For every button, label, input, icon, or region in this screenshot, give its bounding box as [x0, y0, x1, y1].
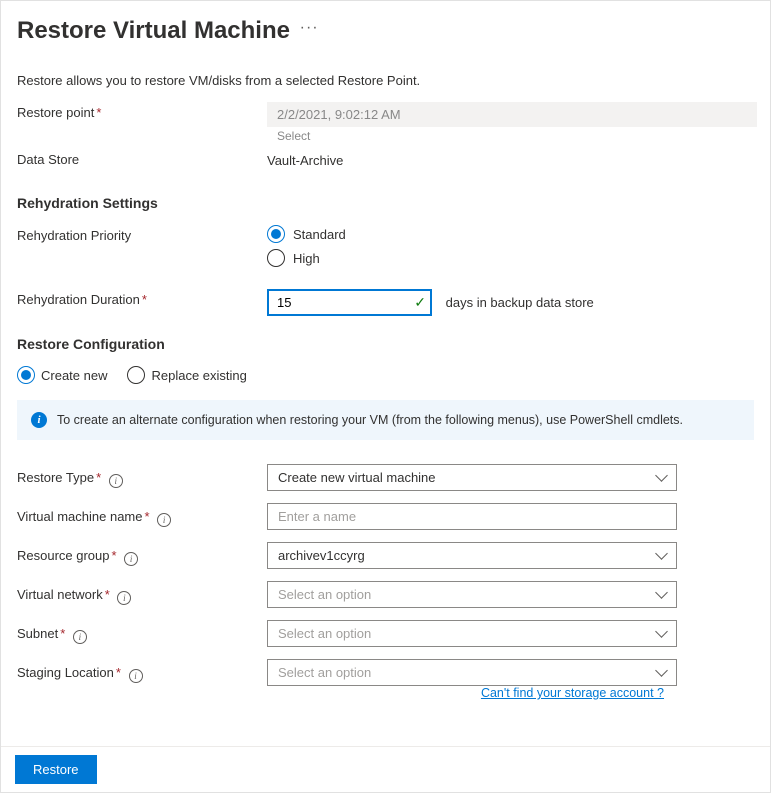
restore-point-value: 2/2/2021, 9:02:12 AM	[267, 102, 757, 127]
more-actions-button[interactable]: ···	[300, 19, 319, 37]
restore-point-select-link[interactable]: Select	[267, 127, 757, 143]
rehydration-priority-standard-radio[interactable]: Standard	[267, 225, 754, 243]
info-icon[interactable]: i	[129, 669, 143, 683]
data-store-value: Vault-Archive	[267, 149, 754, 172]
intro-text: Restore allows you to restore VM/disks f…	[17, 73, 754, 88]
data-store-label: Data Store	[17, 149, 267, 167]
info-icon[interactable]: i	[73, 630, 87, 644]
info-icon[interactable]: i	[109, 474, 123, 488]
info-icon[interactable]: i	[117, 591, 131, 605]
page-title: Restore Virtual Machine	[17, 17, 290, 45]
resource-group-select[interactable]: archivev1ccyrg	[267, 542, 677, 569]
radio-unchecked-icon	[267, 249, 285, 267]
info-icon: i	[31, 412, 47, 428]
rehydration-heading: Rehydration Settings	[17, 195, 754, 211]
restore-type-label: Restore Type* i	[17, 468, 267, 488]
restore-button[interactable]: Restore	[15, 755, 97, 784]
rehydration-priority-label: Rehydration Priority	[17, 225, 267, 243]
info-banner: i To create an alternate configuration w…	[17, 400, 754, 440]
rehydration-duration-label: Rehydration Duration*	[17, 289, 267, 307]
restore-point-label: Restore point*	[17, 102, 267, 120]
staging-location-label: Staging Location* i	[17, 663, 267, 683]
radio-checked-icon	[17, 366, 35, 384]
virtual-network-select[interactable]: Select an option	[267, 581, 677, 608]
resource-group-label: Resource group* i	[17, 546, 267, 566]
restore-type-select[interactable]: Create new virtual machine	[267, 464, 677, 491]
replace-existing-radio[interactable]: Replace existing	[127, 366, 246, 384]
checkmark-icon: ✓	[414, 294, 426, 311]
staging-location-select[interactable]: Select an option	[267, 659, 677, 686]
radio-unchecked-icon	[127, 366, 145, 384]
rehydration-duration-input[interactable]	[267, 289, 432, 316]
subnet-label: Subnet* i	[17, 624, 267, 644]
subnet-select[interactable]: Select an option	[267, 620, 677, 647]
vm-name-label: Virtual machine name* i	[17, 507, 267, 527]
info-icon[interactable]: i	[157, 513, 171, 527]
restore-config-heading: Restore Configuration	[17, 336, 754, 352]
rehydration-duration-suffix: days in backup data store	[446, 295, 594, 310]
info-icon[interactable]: i	[124, 552, 138, 566]
virtual-network-label: Virtual network* i	[17, 585, 267, 605]
radio-checked-icon	[267, 225, 285, 243]
vm-name-input[interactable]	[267, 503, 677, 530]
rehydration-priority-high-radio[interactable]: High	[267, 249, 754, 267]
storage-account-help-link[interactable]: Can't find your storage account ?	[481, 686, 664, 700]
create-new-radio[interactable]: Create new	[17, 366, 107, 384]
